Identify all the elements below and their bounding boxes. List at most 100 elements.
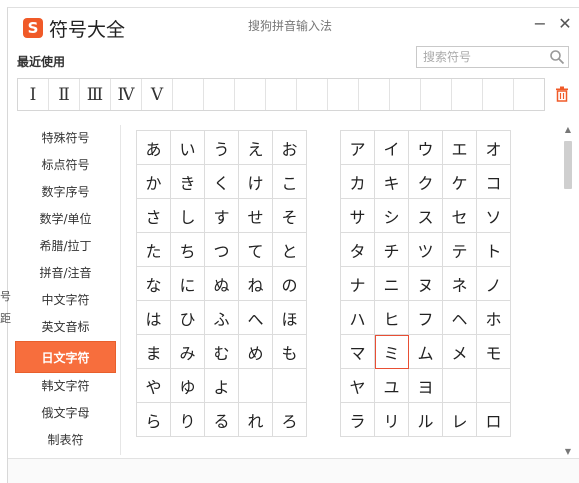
recent-symbol-cell[interactable]: Ⅴ (142, 79, 173, 110)
katakana-cell[interactable]: カ (341, 165, 375, 199)
recent-symbol-cell[interactable] (514, 79, 545, 110)
katakana-cell[interactable]: キ (375, 165, 409, 199)
katakana-cell[interactable]: メ (443, 335, 477, 369)
katakana-cell[interactable]: リ (375, 403, 409, 437)
hiragana-cell[interactable]: に (171, 267, 205, 301)
hiragana-cell[interactable]: く (205, 165, 239, 199)
category-item[interactable]: 俄文字母 (13, 400, 118, 427)
hiragana-cell[interactable]: こ (273, 165, 307, 199)
katakana-cell[interactable]: ツ (409, 233, 443, 267)
katakana-cell[interactable]: ニ (375, 267, 409, 301)
katakana-cell[interactable]: ク (409, 165, 443, 199)
hiragana-cell[interactable]: ほ (273, 301, 307, 335)
katakana-cell[interactable]: ハ (341, 301, 375, 335)
category-item[interactable]: 数学/单位 (13, 206, 118, 233)
hiragana-cell[interactable]: い (171, 131, 205, 165)
scroll-down-icon[interactable]: ▼ (563, 447, 573, 457)
scrollbar[interactable]: ▲ ▼ (563, 125, 573, 457)
search-icon[interactable] (549, 49, 565, 65)
katakana-cell[interactable]: テ (443, 233, 477, 267)
scroll-up-icon[interactable]: ▲ (563, 125, 573, 135)
katakana-cell[interactable]: フ (409, 301, 443, 335)
hiragana-cell[interactable]: て (239, 233, 273, 267)
katakana-cell[interactable]: コ (477, 165, 511, 199)
hiragana-cell[interactable]: お (273, 131, 307, 165)
katakana-cell[interactable]: オ (477, 131, 511, 165)
katakana-cell[interactable]: ナ (341, 267, 375, 301)
category-item[interactable]: 特殊符号 (13, 125, 118, 152)
recent-symbol-cell[interactable] (297, 79, 328, 110)
search-input[interactable] (417, 47, 548, 67)
hiragana-cell[interactable]: そ (273, 199, 307, 233)
hiragana-cell[interactable]: ぬ (205, 267, 239, 301)
hiragana-cell[interactable]: な (137, 267, 171, 301)
recent-symbol-cell[interactable]: Ⅰ (18, 79, 49, 110)
katakana-cell[interactable]: ト (477, 233, 511, 267)
hiragana-cell[interactable]: れ (239, 403, 273, 437)
category-item[interactable]: 标点符号 (13, 152, 118, 179)
katakana-cell[interactable]: ネ (443, 267, 477, 301)
hiragana-cell[interactable]: め (239, 335, 273, 369)
category-item[interactable]: 日文字符 (15, 341, 116, 373)
scroll-thumb[interactable] (564, 141, 572, 189)
katakana-cell[interactable]: ヌ (409, 267, 443, 301)
recent-symbol-cell[interactable] (359, 79, 390, 110)
category-item[interactable]: 拼音/注音 (13, 260, 118, 287)
katakana-cell[interactable]: セ (443, 199, 477, 233)
hiragana-cell[interactable]: か (137, 165, 171, 199)
katakana-cell[interactable]: サ (341, 199, 375, 233)
hiragana-cell[interactable]: ろ (273, 403, 307, 437)
recent-symbol-cell[interactable] (421, 79, 452, 110)
katakana-cell[interactable]: ユ (375, 369, 409, 403)
recent-symbol-cell[interactable] (390, 79, 421, 110)
katakana-cell[interactable]: ル (409, 403, 443, 437)
hiragana-cell[interactable]: り (171, 403, 205, 437)
hiragana-cell[interactable]: し (171, 199, 205, 233)
hiragana-cell[interactable]: ま (137, 335, 171, 369)
katakana-cell[interactable]: モ (477, 335, 511, 369)
katakana-cell[interactable]: マ (341, 335, 375, 369)
katakana-cell[interactable]: チ (375, 233, 409, 267)
katakana-cell[interactable]: ホ (477, 301, 511, 335)
recent-symbol-cell[interactable] (452, 79, 483, 110)
recent-symbol-cell[interactable] (266, 79, 297, 110)
hiragana-cell[interactable]: も (273, 335, 307, 369)
hiragana-cell[interactable]: へ (239, 301, 273, 335)
hiragana-cell[interactable]: ら (137, 403, 171, 437)
hiragana-cell[interactable]: よ (205, 369, 239, 403)
katakana-cell[interactable]: ヤ (341, 369, 375, 403)
hiragana-cell[interactable]: ち (171, 233, 205, 267)
katakana-cell[interactable]: ラ (341, 403, 375, 437)
recent-symbol-cell[interactable] (173, 79, 204, 110)
hiragana-cell[interactable]: あ (137, 131, 171, 165)
hiragana-cell[interactable]: せ (239, 199, 273, 233)
minimize-button[interactable]: − (530, 14, 550, 34)
katakana-cell[interactable]: ア (341, 131, 375, 165)
katakana-cell[interactable]: タ (341, 233, 375, 267)
katakana-cell[interactable]: ヒ (375, 301, 409, 335)
katakana-cell[interactable]: ウ (409, 131, 443, 165)
hiragana-cell[interactable]: や (137, 369, 171, 403)
katakana-cell[interactable]: ミ (375, 335, 409, 369)
katakana-cell[interactable]: ソ (477, 199, 511, 233)
category-item[interactable]: 制表符 (13, 427, 118, 454)
recent-symbol-cell[interactable]: Ⅲ (80, 79, 111, 110)
katakana-cell[interactable]: ス (409, 199, 443, 233)
hiragana-cell[interactable]: き (171, 165, 205, 199)
katakana-cell[interactable]: ム (409, 335, 443, 369)
category-item[interactable]: 英文音标 (13, 314, 118, 341)
hiragana-cell[interactable]: み (171, 335, 205, 369)
hiragana-cell[interactable]: ひ (171, 301, 205, 335)
category-item[interactable]: 数字序号 (13, 179, 118, 206)
hiragana-cell[interactable]: は (137, 301, 171, 335)
hiragana-cell[interactable]: け (239, 165, 273, 199)
katakana-cell[interactable]: ヘ (443, 301, 477, 335)
recent-symbol-cell[interactable] (328, 79, 359, 110)
trash-icon[interactable] (555, 86, 569, 102)
katakana-cell[interactable]: ケ (443, 165, 477, 199)
close-button[interactable]: ✕ (555, 14, 575, 34)
katakana-cell[interactable]: ノ (477, 267, 511, 301)
katakana-cell[interactable]: ヨ (409, 369, 443, 403)
hiragana-cell[interactable]: た (137, 233, 171, 267)
hiragana-cell[interactable]: の (273, 267, 307, 301)
